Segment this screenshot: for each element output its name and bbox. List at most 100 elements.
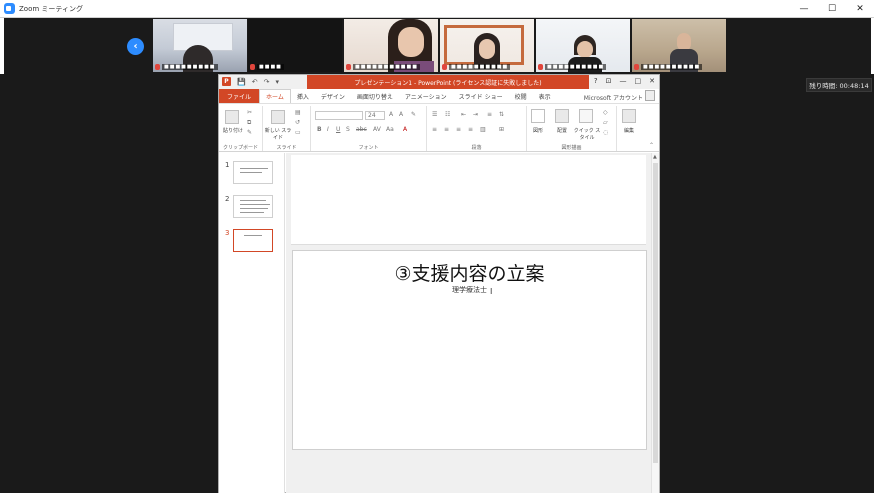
maximize-button[interactable]: ☐: [818, 0, 846, 18]
slide-title[interactable]: ③支援内容の立案: [293, 259, 646, 286]
paste-button-label[interactable]: 貼り付け: [219, 127, 247, 134]
thumb-text-line: [240, 212, 264, 213]
new-slide-icon[interactable]: [271, 110, 285, 124]
spacing-icon[interactable]: AV: [373, 126, 381, 133]
mic-muted-icon: [442, 63, 447, 70]
shadow-icon[interactable]: S: [346, 126, 350, 133]
help-icon[interactable]: ?: [594, 77, 598, 85]
ppt-window-title: プレゼンテーション1 - PowerPoint (ライセンス認証に失敗しました): [307, 75, 589, 89]
restore-button[interactable]: □: [635, 77, 642, 85]
bold-icon[interactable]: B: [317, 126, 322, 133]
align-left-icon[interactable]: ≡: [432, 126, 437, 133]
increase-font-icon[interactable]: A: [389, 111, 393, 118]
font-size-field[interactable]: 24: [365, 111, 385, 120]
slides-group: 新しい スライド ▤ ↺ ▭ スライド: [263, 106, 311, 151]
shapes-button-label[interactable]: 図形: [527, 127, 549, 134]
slide-thumbnail-2[interactable]: [233, 195, 273, 218]
outline-icon[interactable]: ▱: [603, 119, 608, 126]
participant-name-bar: ■■■■: [250, 63, 284, 70]
close-button[interactable]: ✕: [846, 0, 874, 18]
tab-home[interactable]: ホーム: [259, 89, 291, 103]
redo-icon[interactable]: ↷: [264, 78, 270, 86]
section-icon[interactable]: ▭: [295, 129, 301, 136]
bullets-icon[interactable]: ☰: [432, 111, 437, 118]
text-cursor-icon: I: [490, 287, 493, 296]
scroll-up-icon[interactable]: ▲: [653, 154, 657, 160]
tab-file[interactable]: ファイル: [219, 89, 260, 103]
new-slide-button-label[interactable]: 新しい スライド: [263, 127, 293, 141]
tab-design[interactable]: デザイン: [315, 89, 351, 103]
participant-name-bar: ■■■■■■■■■■: [634, 63, 703, 70]
close-button[interactable]: ✕: [649, 77, 655, 85]
decrease-font-icon[interactable]: A: [399, 111, 403, 118]
arrange-button-label[interactable]: 配置: [551, 127, 573, 134]
cut-icon[interactable]: ✂: [247, 109, 252, 116]
customize-icon[interactable]: ▾: [275, 78, 279, 86]
undo-icon[interactable]: ↶: [252, 78, 258, 86]
participant-video-2[interactable]: ■■■■: [248, 19, 342, 72]
tab-view[interactable]: 表示: [533, 89, 557, 103]
italic-icon[interactable]: I: [327, 126, 329, 133]
collapse-ribbon-icon[interactable]: ⌃: [649, 142, 654, 149]
columns-icon[interactable]: ▥: [480, 126, 486, 133]
copy-icon[interactable]: ⧉: [247, 119, 251, 127]
effects-icon[interactable]: ◌: [603, 129, 608, 136]
participant-video-5[interactable]: ■■■■■■■■■■: [536, 19, 630, 72]
save-icon[interactable]: 💾: [237, 78, 246, 86]
tab-transitions[interactable]: 画面切り替え: [351, 89, 399, 103]
avatar[interactable]: [645, 90, 655, 101]
numbering-icon[interactable]: ☷: [445, 111, 450, 118]
outdent-icon[interactable]: ⇥: [473, 111, 478, 118]
shapes-icon[interactable]: [531, 109, 545, 123]
slide-subtitle[interactable]: 理学療法士: [293, 285, 646, 295]
participant-video-3[interactable]: ■■■■■■■■■■■: [344, 19, 438, 72]
strikethrough-icon[interactable]: abc: [356, 126, 367, 133]
quick-style-button-label[interactable]: クイック スタイル: [573, 127, 601, 141]
slide-thumbnail-1[interactable]: [233, 161, 273, 184]
participant-video-6[interactable]: ■■■■■■■■■■: [632, 19, 726, 72]
paste-icon[interactable]: [225, 110, 239, 124]
quick-access-toolbar: P 💾 ↶ ↷ ▾: [222, 77, 279, 86]
justify-icon[interactable]: ≡: [468, 126, 473, 133]
align-right-icon[interactable]: ≡: [456, 126, 461, 133]
participant-name: ■■■■■■■■■■: [545, 63, 607, 70]
tab-slideshow[interactable]: スライド ショー: [453, 89, 509, 103]
tab-animations[interactable]: アニメーション: [399, 89, 453, 103]
tab-insert[interactable]: 挿入: [291, 89, 315, 103]
layout-icon[interactable]: ▤: [295, 109, 301, 116]
font-name-field[interactable]: [315, 111, 363, 120]
current-slide[interactable]: ③支援内容の立案 理学療法士 I: [292, 250, 647, 450]
smartart-icon[interactable]: ⊞: [499, 126, 504, 133]
drawing-group: 図形 配置 クイック スタイル ◇ ▱ ◌ 図形描画: [527, 106, 617, 151]
participant-video-4[interactable]: ■■■■■■■■■■: [440, 19, 534, 72]
fill-icon[interactable]: ◇: [603, 109, 608, 116]
minimize-button[interactable]: —: [790, 0, 818, 18]
editing-icon[interactable]: [622, 109, 636, 123]
reset-icon[interactable]: ↺: [295, 119, 300, 126]
slide-thumbnail-3[interactable]: [233, 229, 273, 252]
clipboard-group: 貼り付け ✂ ⧉ ✎ クリップボード: [219, 106, 263, 151]
line-spacing-icon[interactable]: ≡: [487, 111, 492, 118]
participant-name-bar: ■■■■■■■■■■: [538, 63, 607, 70]
arrange-icon[interactable]: [555, 109, 569, 123]
ribbon-options-icon[interactable]: ⊡: [606, 77, 612, 85]
scroll-thumb[interactable]: [653, 163, 658, 463]
minimize-button[interactable]: —: [620, 77, 627, 85]
align-center-icon[interactable]: ≡: [444, 126, 449, 133]
font-color-icon[interactable]: A: [403, 126, 407, 133]
account-link[interactable]: Microsoft アカウント: [584, 93, 643, 102]
font-group-label: フォント: [358, 145, 379, 151]
clear-format-icon[interactable]: ✎: [411, 111, 416, 118]
previous-page-button[interactable]: ‹: [127, 38, 144, 55]
change-case-icon[interactable]: Aa: [386, 126, 394, 133]
tab-review[interactable]: 校閲: [509, 89, 533, 103]
indent-icon[interactable]: ⇤: [461, 111, 466, 118]
text-direction-icon[interactable]: ⇅: [499, 111, 504, 118]
format-painter-icon[interactable]: ✎: [247, 129, 252, 136]
participant-face: [479, 39, 495, 59]
editing-button-label[interactable]: 編集: [617, 127, 641, 134]
vertical-scrollbar[interactable]: ▲: [651, 153, 659, 493]
participant-video-1[interactable]: ■■■■■■■■■: [153, 19, 247, 72]
underline-icon[interactable]: U: [336, 126, 340, 133]
quick-style-icon[interactable]: [579, 109, 593, 123]
